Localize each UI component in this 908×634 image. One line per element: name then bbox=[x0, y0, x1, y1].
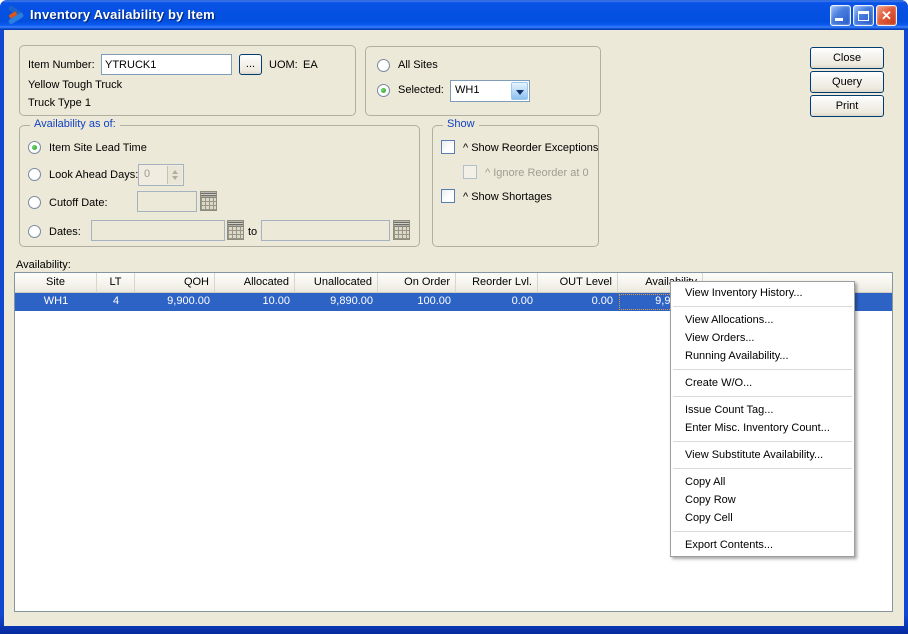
minimize-icon bbox=[835, 18, 843, 21]
print-button[interactable]: Print bbox=[810, 95, 884, 117]
menu-separator bbox=[671, 302, 854, 311]
item-description2: Truck Type 1 bbox=[28, 97, 91, 109]
ignore-reorder-checkbox bbox=[463, 165, 477, 179]
menu-item-export-contents[interactable]: Export Contents... bbox=[671, 536, 854, 554]
cell-site: WH1 bbox=[15, 293, 97, 311]
cell-out-level: 0.00 bbox=[538, 293, 618, 311]
cell-reorder-lvl: 0.00 bbox=[456, 293, 538, 311]
menu-separator bbox=[671, 464, 854, 473]
menu-separator bbox=[671, 527, 854, 536]
menu-item-copy-cell[interactable]: Copy Cell bbox=[671, 509, 854, 527]
menu-item-view-substitute-availability[interactable]: View Substitute Availability... bbox=[671, 446, 854, 464]
menu-separator bbox=[671, 392, 854, 401]
selected-site-label: Selected: bbox=[398, 84, 444, 96]
site-combobox-value: WH1 bbox=[455, 84, 479, 96]
selected-site-radio[interactable] bbox=[377, 84, 390, 97]
menu-item-view-orders[interactable]: View Orders... bbox=[671, 329, 854, 347]
menu-item-copy-row[interactable]: Copy Row bbox=[671, 491, 854, 509]
sites-groupbox: All Sites Selected: WH1 bbox=[365, 46, 601, 116]
menu-item-copy-all[interactable]: Copy All bbox=[671, 473, 854, 491]
column-header-site[interactable]: Site bbox=[15, 273, 97, 293]
date-from-calendar-icon[interactable] bbox=[227, 220, 244, 240]
menu-item-view-inventory-history[interactable]: View Inventory History... bbox=[671, 284, 854, 302]
column-header-reorder-lvl[interactable]: Reorder Lvl. bbox=[456, 273, 538, 293]
cell-lt: 4 bbox=[97, 293, 135, 311]
close-button[interactable]: ✕ bbox=[876, 5, 897, 26]
maximize-icon bbox=[858, 11, 869, 21]
date-from-input bbox=[91, 220, 225, 241]
spinner-arrows-icon bbox=[167, 166, 182, 184]
cutoff-date-label: Cutoff Date: bbox=[49, 197, 108, 209]
column-header-allocated[interactable]: Allocated bbox=[215, 273, 295, 293]
lead-time-radio[interactable] bbox=[28, 141, 41, 154]
cell-on-order: 100.00 bbox=[378, 293, 456, 311]
look-ahead-radio[interactable] bbox=[28, 168, 41, 181]
cutoff-date-input bbox=[137, 191, 197, 212]
menu-item-issue-count-tag[interactable]: Issue Count Tag... bbox=[671, 401, 854, 419]
item-number-input[interactable] bbox=[101, 54, 232, 75]
maximize-button[interactable] bbox=[853, 5, 874, 26]
menu-item-running-availability[interactable]: Running Availability... bbox=[671, 347, 854, 365]
uom-value: EA bbox=[303, 59, 318, 71]
context-menu: View Inventory History... View Allocatio… bbox=[670, 281, 855, 557]
cell-qoh: 9,900.00 bbox=[135, 293, 215, 311]
look-ahead-label: Look Ahead Days: bbox=[49, 169, 138, 181]
date-to-input bbox=[261, 220, 390, 241]
titlebar[interactable]: Inventory Availability by Item ✕ bbox=[0, 0, 908, 30]
cutoff-date-radio[interactable] bbox=[28, 196, 41, 209]
app-window: Inventory Availability by Item ✕ Item Nu… bbox=[0, 0, 908, 634]
show-reorder-exceptions-label: ^ Show Reorder Exceptions bbox=[463, 142, 598, 154]
look-ahead-spinner: 0 bbox=[138, 164, 184, 186]
close-icon: ✕ bbox=[881, 8, 892, 23]
all-sites-label: All Sites bbox=[398, 59, 438, 71]
availability-as-of-groupbox: Availability as of: Item Site Lead Time … bbox=[19, 125, 420, 247]
uom-label: UOM: bbox=[269, 59, 298, 71]
chevron-down-icon[interactable] bbox=[511, 82, 528, 100]
show-groupbox: Show ^ Show Reorder Exceptions ^ Ignore … bbox=[432, 125, 599, 247]
column-header-qoh[interactable]: QOH bbox=[135, 273, 215, 293]
cell-unallocated: 9,890.00 bbox=[295, 293, 378, 311]
look-ahead-value: 0 bbox=[144, 168, 150, 180]
show-shortages-checkbox[interactable] bbox=[441, 189, 455, 203]
menu-item-view-allocations[interactable]: View Allocations... bbox=[671, 311, 854, 329]
all-sites-radio[interactable] bbox=[377, 59, 390, 72]
column-header-unallocated[interactable]: Unallocated bbox=[295, 273, 378, 293]
app-icon bbox=[7, 6, 25, 24]
dates-radio[interactable] bbox=[28, 225, 41, 238]
menu-separator bbox=[671, 365, 854, 374]
lead-time-label: Item Site Lead Time bbox=[49, 142, 147, 154]
minimize-button[interactable] bbox=[830, 5, 851, 26]
dates-to-label: to bbox=[248, 226, 257, 238]
menu-separator bbox=[671, 437, 854, 446]
availability-table-label: Availability: bbox=[16, 259, 71, 271]
menu-item-enter-misc-count[interactable]: Enter Misc. Inventory Count... bbox=[671, 419, 854, 437]
column-header-out-level[interactable]: OUT Level bbox=[538, 273, 618, 293]
menu-item-create-wo[interactable]: Create W/O... bbox=[671, 374, 854, 392]
item-groupbox: Item Number: ... UOM: EA Yellow Tough Tr… bbox=[19, 45, 356, 116]
column-header-on-order[interactable]: On Order bbox=[378, 273, 456, 293]
date-to-calendar-icon[interactable] bbox=[393, 220, 410, 240]
site-combobox[interactable]: WH1 bbox=[450, 80, 530, 102]
item-browse-button[interactable]: ... bbox=[239, 54, 262, 75]
cutoff-calendar-icon[interactable] bbox=[200, 191, 217, 211]
close-action-button[interactable]: Close bbox=[810, 47, 884, 69]
item-number-label: Item Number: bbox=[28, 59, 95, 71]
query-button[interactable]: Query bbox=[810, 71, 884, 93]
column-header-lt[interactable]: LT bbox=[97, 273, 135, 293]
item-description1: Yellow Tough Truck bbox=[28, 79, 122, 91]
cell-allocated: 10.00 bbox=[215, 293, 295, 311]
ignore-reorder-label: ^ Ignore Reorder at 0 bbox=[485, 167, 589, 179]
show-title: Show bbox=[443, 118, 479, 130]
dates-label: Dates: bbox=[49, 226, 81, 238]
availability-as-of-title: Availability as of: bbox=[30, 118, 120, 130]
window-title: Inventory Availability by Item bbox=[30, 7, 215, 22]
show-shortages-label: ^ Show Shortages bbox=[463, 191, 552, 203]
show-reorder-exceptions-checkbox[interactable] bbox=[441, 140, 455, 154]
